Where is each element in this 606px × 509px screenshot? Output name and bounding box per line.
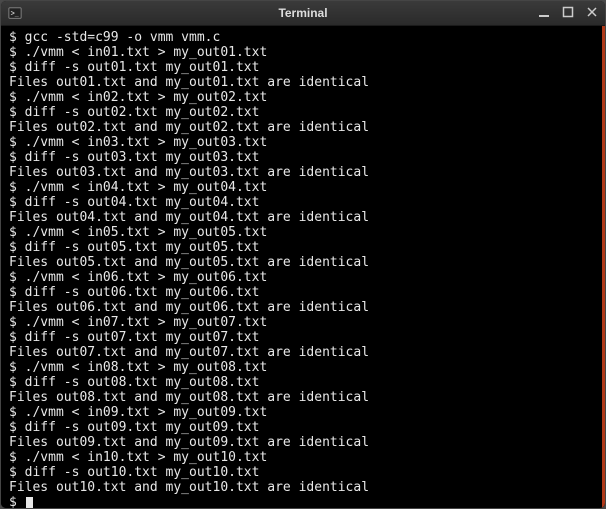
terminal-line: $ diff -s out08.txt my_out08.txt xyxy=(9,375,596,390)
close-button[interactable] xyxy=(583,4,601,20)
terminal-line: Files out02.txt and my_out02.txt are ide… xyxy=(9,120,596,135)
terminal-line: Files out01.txt and my_out01.txt are ide… xyxy=(9,75,596,90)
terminal-line: Files out03.txt and my_out03.txt are ide… xyxy=(9,165,596,180)
terminal-line: Files out05.txt and my_out05.txt are ide… xyxy=(9,255,596,270)
terminal-line: $ gcc -std=c99 -o vmm vmm.c xyxy=(9,30,596,45)
terminal-line: $ diff -s out10.txt my_out10.txt xyxy=(9,465,596,480)
maximize-button[interactable] xyxy=(559,4,577,20)
terminal-line: $ diff -s out03.txt my_out03.txt xyxy=(9,150,596,165)
window-controls xyxy=(535,4,601,20)
terminal-line: $ diff -s out01.txt my_out01.txt xyxy=(9,60,596,75)
titlebar[interactable]: >_ Terminal xyxy=(1,1,605,26)
cursor xyxy=(26,497,33,508)
terminal-line: $ diff -s out05.txt my_out05.txt xyxy=(9,240,596,255)
terminal-prompt-line[interactable]: $ xyxy=(9,495,596,508)
svg-text:>_: >_ xyxy=(11,11,19,18)
terminal-line: Files out08.txt and my_out08.txt are ide… xyxy=(9,390,596,405)
terminal-line: $ diff -s out09.txt my_out09.txt xyxy=(9,420,596,435)
minimize-button[interactable] xyxy=(535,4,553,20)
prompt: $ xyxy=(9,495,25,508)
terminal-line: $ ./vmm < in04.txt > my_out04.txt xyxy=(9,180,596,195)
terminal-line: Files out09.txt and my_out09.txt are ide… xyxy=(9,435,596,450)
terminal-output[interactable]: $ gcc -std=c99 -o vmm vmm.c$ ./vmm < in0… xyxy=(1,26,605,508)
terminal-line: Files out04.txt and my_out04.txt are ide… xyxy=(9,210,596,225)
terminal-line: $ ./vmm < in10.txt > my_out10.txt xyxy=(9,450,596,465)
terminal-line: $ ./vmm < in09.txt > my_out09.txt xyxy=(9,405,596,420)
terminal-icon: >_ xyxy=(7,5,23,21)
terminal-line: $ ./vmm < in05.txt > my_out05.txt xyxy=(9,225,596,240)
terminal-window: >_ Terminal $ gcc -std=c99 -o vmm vmm.c$… xyxy=(0,0,606,509)
terminal-line: $ ./vmm < in02.txt > my_out02.txt xyxy=(9,90,596,105)
terminal-line: $ diff -s out04.txt my_out04.txt xyxy=(9,195,596,210)
terminal-line: Files out10.txt and my_out10.txt are ide… xyxy=(9,480,596,495)
terminal-line: Files out07.txt and my_out07.txt are ide… xyxy=(9,345,596,360)
terminal-line: $ ./vmm < in01.txt > my_out01.txt xyxy=(9,45,596,60)
window-title: Terminal xyxy=(278,6,327,20)
terminal-line: Files out06.txt and my_out06.txt are ide… xyxy=(9,300,596,315)
terminal-line: $ ./vmm < in03.txt > my_out03.txt xyxy=(9,135,596,150)
terminal-line: $ diff -s out07.txt my_out07.txt xyxy=(9,330,596,345)
terminal-line: $ diff -s out02.txt my_out02.txt xyxy=(9,105,596,120)
terminal-line: $ ./vmm < in06.txt > my_out06.txt xyxy=(9,270,596,285)
terminal-line: $ ./vmm < in07.txt > my_out07.txt xyxy=(9,315,596,330)
terminal-line: $ diff -s out06.txt my_out06.txt xyxy=(9,285,596,300)
terminal-line: $ ./vmm < in08.txt > my_out08.txt xyxy=(9,360,596,375)
